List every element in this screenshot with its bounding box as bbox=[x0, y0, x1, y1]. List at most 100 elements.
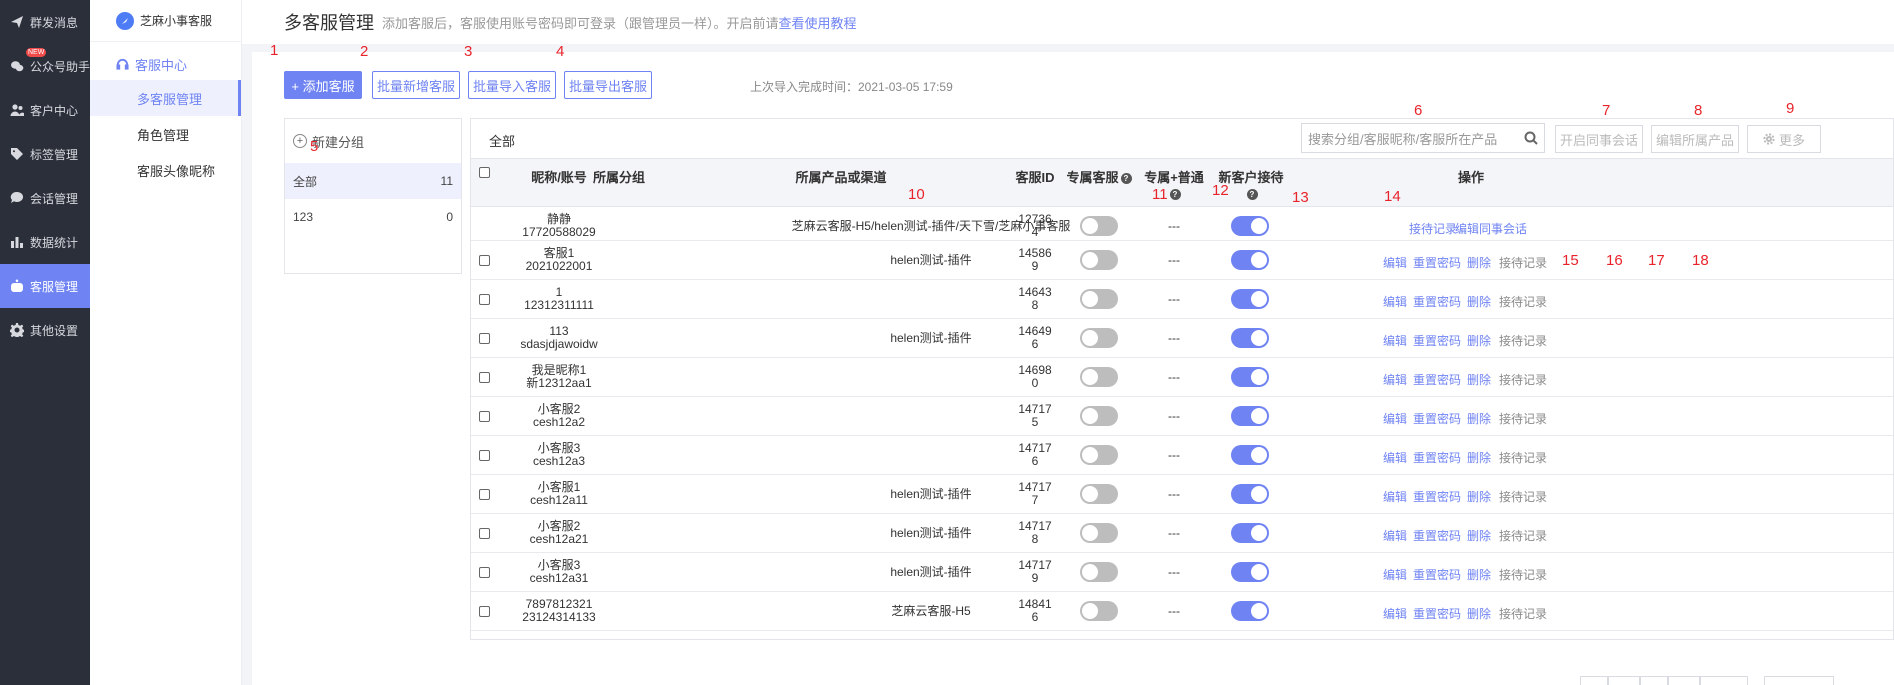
help-icon[interactable]: ? bbox=[1169, 189, 1181, 200]
search-input[interactable]: 搜索分组/客服昵称/客服所在产品 bbox=[1301, 123, 1545, 153]
row-checkbox[interactable] bbox=[479, 411, 490, 422]
nav-item-6[interactable]: 客服管理 bbox=[0, 264, 90, 308]
nav-item-5[interactable]: 数据统计 bbox=[0, 220, 90, 264]
reset-password-link[interactable]: 重置密码 bbox=[1413, 527, 1461, 544]
delete-link[interactable]: 删除 bbox=[1467, 605, 1491, 622]
reception-records-link[interactable]: 接待记录 bbox=[1499, 488, 1547, 505]
more-button[interactable]: 更多 bbox=[1747, 125, 1821, 153]
reception-records-link[interactable]: 接待记录 bbox=[1499, 449, 1547, 466]
next-page-button[interactable] bbox=[1700, 676, 1748, 685]
exclusive-toggle[interactable] bbox=[1080, 562, 1118, 582]
page-button[interactable] bbox=[1608, 676, 1640, 685]
subnav-group-customer-service[interactable]: 客服中心 bbox=[90, 48, 241, 80]
edit-link[interactable]: 编辑 bbox=[1383, 605, 1407, 622]
group-item[interactable]: 全部 11 bbox=[285, 163, 461, 199]
row-checkbox[interactable] bbox=[479, 255, 490, 266]
new-customer-toggle[interactable] bbox=[1231, 484, 1269, 504]
nav-item-0[interactable]: 群发消息 bbox=[0, 0, 90, 44]
page-size-select[interactable] bbox=[1764, 676, 1834, 685]
new-customer-toggle[interactable] bbox=[1231, 367, 1269, 387]
row-checkbox[interactable] bbox=[479, 489, 490, 500]
open-colleague-session-button[interactable]: 开启同事会话 bbox=[1555, 125, 1643, 153]
nav-item-4[interactable]: 会话管理 bbox=[0, 176, 90, 220]
delete-link[interactable]: 删除 bbox=[1467, 488, 1491, 505]
row-checkbox[interactable] bbox=[479, 528, 490, 539]
exclusive-toggle[interactable] bbox=[1080, 601, 1118, 621]
batch-add-button[interactable]: 批量新增客服 bbox=[372, 71, 460, 99]
edit-colleague-session-link[interactable]: 编辑同事会话 bbox=[1455, 220, 1527, 237]
delete-link[interactable]: 删除 bbox=[1467, 332, 1491, 349]
exclusive-toggle[interactable] bbox=[1080, 445, 1118, 465]
edit-link[interactable]: 编辑 bbox=[1383, 527, 1407, 544]
new-customer-toggle[interactable] bbox=[1231, 523, 1269, 543]
reception-records-link[interactable]: 接待记录 bbox=[1499, 566, 1547, 583]
reception-records-link[interactable]: 接待记录 bbox=[1499, 254, 1547, 271]
delete-link[interactable]: 删除 bbox=[1467, 293, 1491, 310]
help-icon[interactable]: ? bbox=[1120, 173, 1132, 184]
new-customer-toggle[interactable] bbox=[1231, 562, 1269, 582]
exclusive-toggle[interactable] bbox=[1080, 289, 1118, 309]
add-service-button[interactable]: + 添加客服 bbox=[284, 71, 362, 99]
subnav-item-roles[interactable]: 角色管理 bbox=[90, 116, 241, 152]
reception-records-link[interactable]: 接待记录 bbox=[1499, 293, 1547, 310]
nav-item-7[interactable]: 其他设置 bbox=[0, 308, 90, 352]
edit-link[interactable]: 编辑 bbox=[1383, 566, 1407, 583]
edit-link[interactable]: 编辑 bbox=[1383, 488, 1407, 505]
delete-link[interactable]: 删除 bbox=[1467, 449, 1491, 466]
new-customer-toggle[interactable] bbox=[1231, 250, 1269, 270]
batch-export-button[interactable]: 批量导出客服 bbox=[564, 71, 652, 99]
exclusive-toggle[interactable] bbox=[1080, 250, 1118, 270]
reception-records-link[interactable]: 接待记录 bbox=[1499, 605, 1547, 622]
edit-link[interactable]: 编辑 bbox=[1383, 371, 1407, 388]
exclusive-toggle[interactable] bbox=[1080, 484, 1118, 504]
row-checkbox[interactable] bbox=[479, 372, 490, 383]
new-customer-toggle[interactable] bbox=[1231, 289, 1269, 309]
row-checkbox[interactable] bbox=[479, 567, 490, 578]
delete-link[interactable]: 删除 bbox=[1467, 254, 1491, 271]
reset-password-link[interactable]: 重置密码 bbox=[1413, 254, 1461, 271]
page-button[interactable] bbox=[1668, 676, 1700, 685]
nav-item-2[interactable]: 客户中心 bbox=[0, 88, 90, 132]
reception-records-link[interactable]: 接待记录 bbox=[1499, 410, 1547, 427]
exclusive-toggle[interactable] bbox=[1080, 328, 1118, 348]
edit-product-button[interactable]: 编辑所属产品 bbox=[1651, 125, 1739, 153]
reset-password-link[interactable]: 重置密码 bbox=[1413, 332, 1461, 349]
edit-link[interactable]: 编辑 bbox=[1383, 332, 1407, 349]
edit-link[interactable]: 编辑 bbox=[1383, 449, 1407, 466]
delete-link[interactable]: 删除 bbox=[1467, 566, 1491, 583]
reset-password-link[interactable]: 重置密码 bbox=[1413, 410, 1461, 427]
reset-password-link[interactable]: 重置密码 bbox=[1413, 605, 1461, 622]
prev-page-button[interactable] bbox=[1580, 676, 1608, 685]
new-group-button[interactable]: + 新建分组 bbox=[285, 119, 461, 163]
new-customer-toggle[interactable] bbox=[1231, 445, 1269, 465]
delete-link[interactable]: 删除 bbox=[1467, 371, 1491, 388]
reception-records-link[interactable]: 接待记录 bbox=[1499, 527, 1547, 544]
new-customer-toggle[interactable] bbox=[1231, 328, 1269, 348]
new-customer-toggle[interactable] bbox=[1231, 601, 1269, 621]
exclusive-toggle[interactable] bbox=[1080, 406, 1118, 426]
help-icon[interactable]: ? bbox=[1246, 189, 1258, 200]
exclusive-toggle[interactable] bbox=[1080, 523, 1118, 543]
reset-password-link[interactable]: 重置密码 bbox=[1413, 371, 1461, 388]
reset-password-link[interactable]: 重置密码 bbox=[1413, 566, 1461, 583]
edit-link[interactable]: 编辑 bbox=[1383, 410, 1407, 427]
edit-link[interactable]: 编辑 bbox=[1383, 293, 1407, 310]
row-checkbox[interactable] bbox=[479, 450, 490, 461]
row-checkbox[interactable] bbox=[479, 606, 490, 617]
delete-link[interactable]: 删除 bbox=[1467, 410, 1491, 427]
reception-records-link[interactable]: 接待记录 bbox=[1499, 332, 1547, 349]
tutorial-link[interactable]: 查看使用教程 bbox=[779, 16, 857, 31]
row-checkbox[interactable] bbox=[479, 294, 490, 305]
reset-password-link[interactable]: 重置密码 bbox=[1413, 293, 1461, 310]
row-checkbox[interactable] bbox=[479, 333, 490, 344]
group-item[interactable]: 123 0 bbox=[285, 199, 461, 235]
reception-records-link[interactable]: 接待记录 bbox=[1409, 220, 1457, 237]
new-customer-toggle[interactable] bbox=[1231, 216, 1269, 236]
batch-import-button[interactable]: 批量导入客服 bbox=[468, 71, 556, 99]
reception-records-link[interactable]: 接待记录 bbox=[1499, 371, 1547, 388]
reset-password-link[interactable]: 重置密码 bbox=[1413, 488, 1461, 505]
page-button[interactable] bbox=[1640, 676, 1668, 685]
nav-item-3[interactable]: 标签管理 bbox=[0, 132, 90, 176]
edit-link[interactable]: 编辑 bbox=[1383, 254, 1407, 271]
subnav-item-multi-service[interactable]: 多客服管理 bbox=[90, 80, 241, 116]
